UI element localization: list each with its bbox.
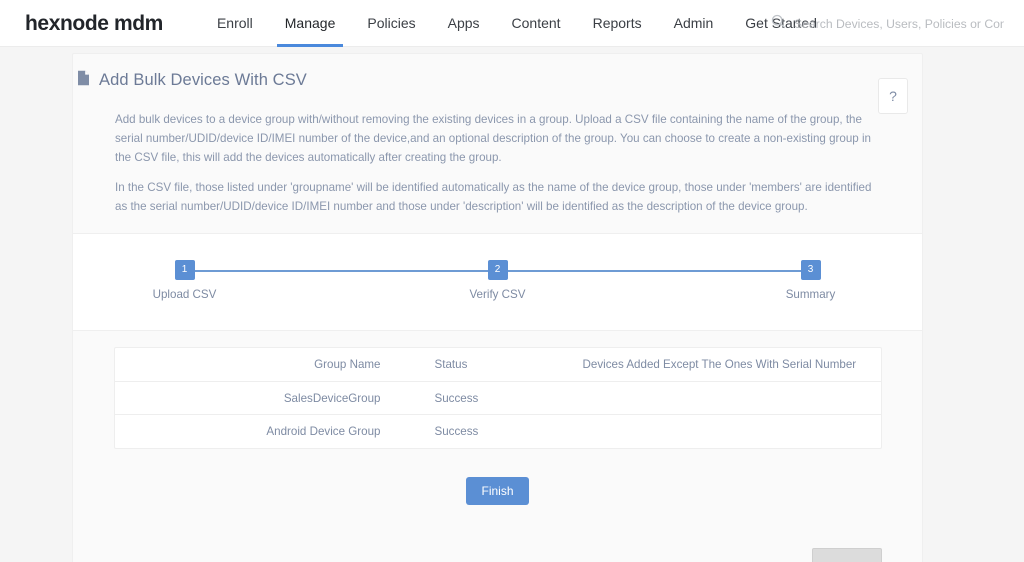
bulk-devices-card: Add Bulk Devices With CSV Add bulk devic… xyxy=(72,53,923,562)
cell-status: Success xyxy=(434,391,479,405)
search-icon xyxy=(771,14,786,34)
nav-item-manage[interactable]: Manage xyxy=(269,0,352,47)
step-number-badge: 1 xyxy=(174,259,195,280)
results-panel: Group Name Status Devices Added Except T… xyxy=(73,330,922,562)
nav-label: Reports xyxy=(592,15,642,31)
results-table-wrapper: Group Name Status Devices Added Except T… xyxy=(113,346,882,449)
nav-item-content[interactable]: Content xyxy=(496,0,577,47)
nav-item-apps[interactable]: Apps xyxy=(432,0,496,47)
step-number-badge: 2 xyxy=(487,259,508,280)
global-search[interactable] xyxy=(771,0,1004,47)
cell-devices-added xyxy=(555,382,881,415)
cell-status: Success xyxy=(434,425,479,439)
card-header: Add Bulk Devices With CSV Add bulk devic… xyxy=(73,54,922,233)
page-title: Add Bulk Devices With CSV xyxy=(99,71,307,89)
results-table: Group Name Status Devices Added Except T… xyxy=(114,348,881,448)
finish-row: Finish xyxy=(73,449,922,505)
download-bar-stub[interactable] xyxy=(812,548,882,562)
cell-group-name: Android Device Group xyxy=(266,425,381,439)
table-header-row: Group Name Status Devices Added Except T… xyxy=(114,348,881,382)
nav-label: Apps xyxy=(447,15,480,31)
nav-label: Enroll xyxy=(216,15,253,31)
table-head: Group Name Status Devices Added Except T… xyxy=(114,348,881,382)
description-paragraph-1: Add bulk devices to a device group with/… xyxy=(115,113,871,164)
document-icon xyxy=(77,70,90,91)
description-paragraph-2: In the CSV file, those listed under 'gro… xyxy=(115,181,872,214)
wizard-stepper: 1 Upload CSV 2 Verify CSV 3 Summary xyxy=(153,259,835,304)
search-input[interactable] xyxy=(794,16,1004,31)
step-number-badge: 3 xyxy=(800,259,821,280)
page-body: Add Bulk Devices With CSV Add bulk devic… xyxy=(0,47,1024,562)
description-block: Add bulk devices to a device group with/… xyxy=(73,91,922,233)
step-label: Summary xyxy=(785,287,836,301)
nav-label: Manage xyxy=(284,15,336,31)
nav-item-enroll[interactable]: Enroll xyxy=(201,0,269,47)
step-label: Verify CSV xyxy=(469,287,526,301)
column-header-devices-added: Devices Added Except The Ones With Seria… xyxy=(582,358,857,372)
top-navigation-bar: hexnode mdm Enroll Manage Policies Apps … xyxy=(0,0,1024,47)
column-header-status: Status xyxy=(434,358,468,372)
table-body: SalesDeviceGroup Success Android Device … xyxy=(114,382,881,448)
nav-item-policies[interactable]: Policies xyxy=(351,0,431,47)
table-row: Android Device Group Success xyxy=(115,415,881,448)
stepper-panel: 1 Upload CSV 2 Verify CSV 3 Summary xyxy=(73,233,922,330)
column-header-group-name: Group Name xyxy=(314,358,381,372)
card-spacer xyxy=(73,505,922,562)
help-button[interactable]: ? xyxy=(878,78,908,114)
title-row: Add Bulk Devices With CSV xyxy=(73,70,922,91)
main-nav-items: Enroll Manage Policies Apps Content Repo… xyxy=(201,0,833,47)
finish-button[interactable]: Finish xyxy=(466,476,529,505)
nav-label: Admin xyxy=(673,15,714,31)
cell-group-name: SalesDeviceGroup xyxy=(283,391,381,405)
step-label: Upload CSV xyxy=(152,287,217,301)
nav-label: Content xyxy=(511,15,561,31)
nav-item-reports[interactable]: Reports xyxy=(577,0,658,47)
nav-item-admin[interactable]: Admin xyxy=(658,0,730,47)
table-row: SalesDeviceGroup Success xyxy=(114,382,881,415)
cell-devices-added xyxy=(555,415,881,448)
nav-label: Policies xyxy=(367,15,416,31)
brand-logo[interactable]: hexnode mdm xyxy=(25,13,163,34)
